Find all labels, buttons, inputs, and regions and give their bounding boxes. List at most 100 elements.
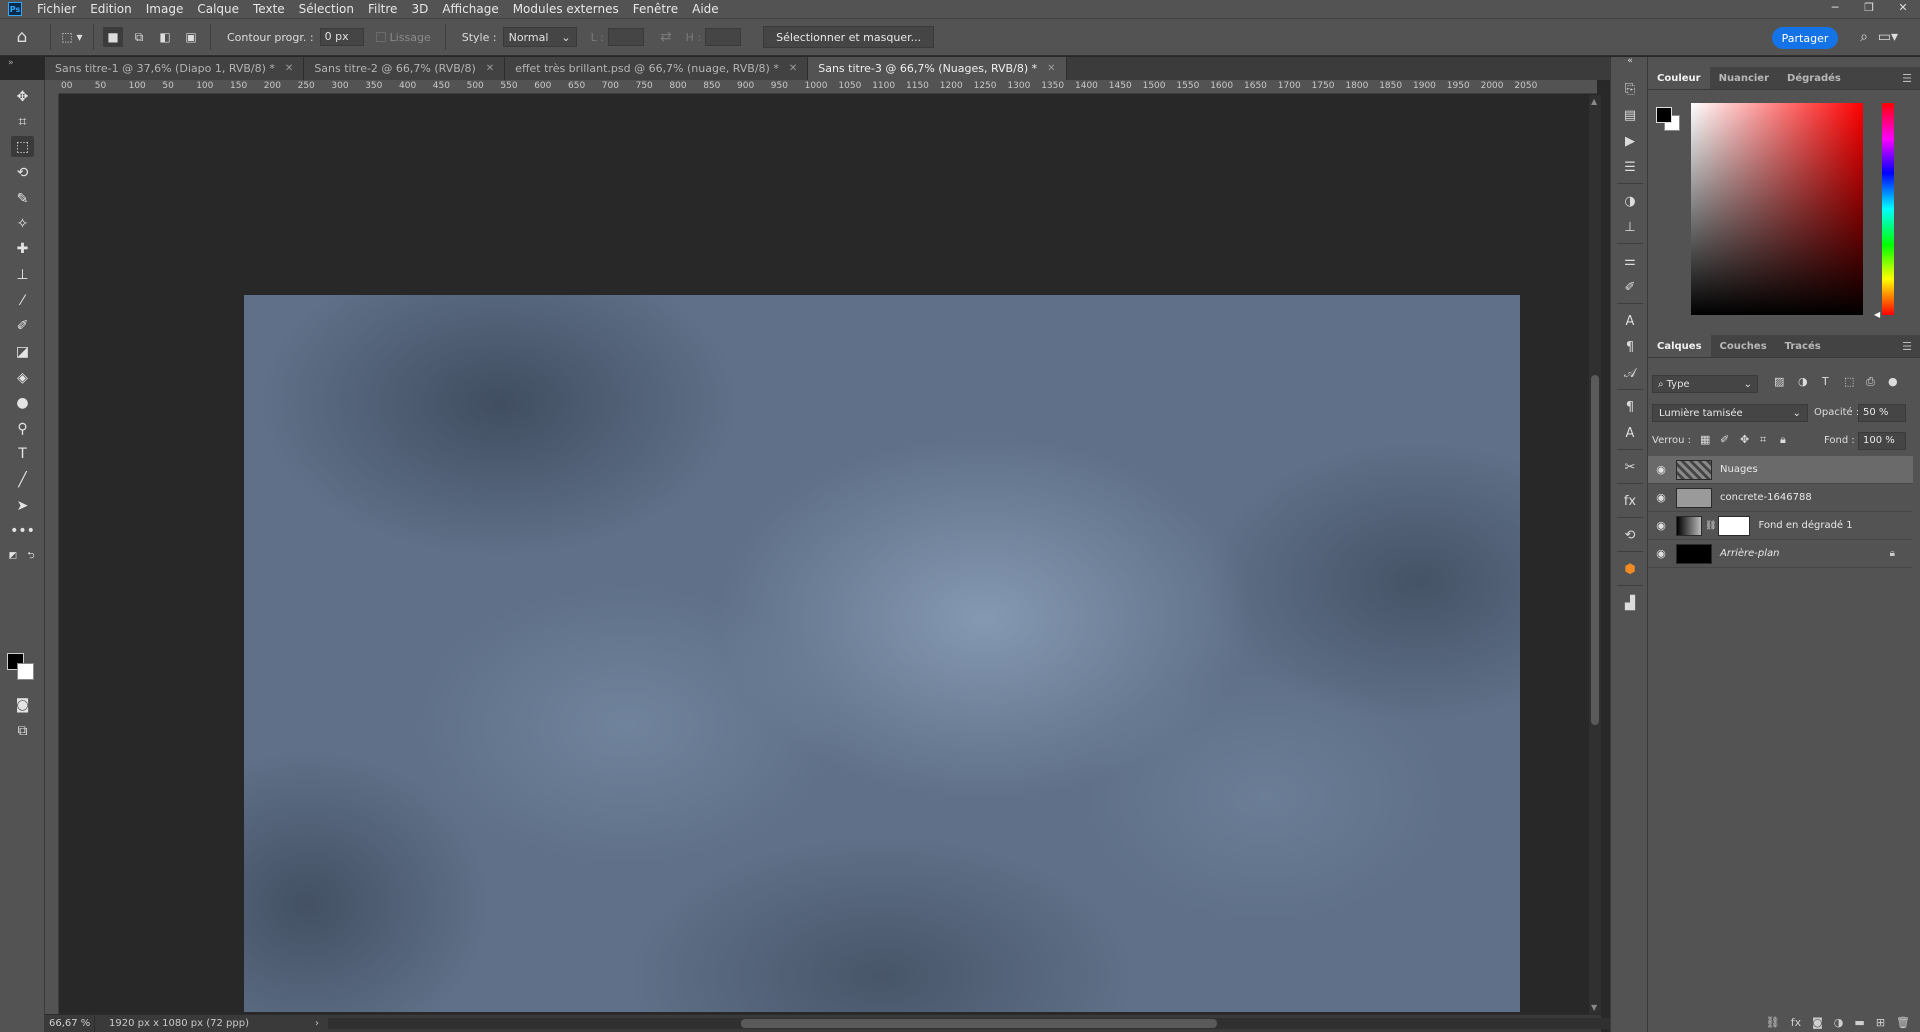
link-layers-icon[interactable]: ⛓	[1766, 1016, 1780, 1029]
quick-selection-tool-icon[interactable]: ✎	[11, 188, 34, 209]
lock-artboard-icon[interactable]: ⌗	[1760, 433, 1766, 447]
menu-modules-externes[interactable]: Modules externes	[506, 0, 626, 18]
select-and-mask-button[interactable]: Sélectionner et masquer...	[763, 26, 935, 48]
filter-type-icon[interactable]: T	[1822, 375, 1829, 388]
more-tools-icon[interactable]: •••	[10, 520, 35, 541]
share-button[interactable]: Partager	[1772, 27, 1838, 49]
minimize-icon[interactable]: ─	[1818, 0, 1852, 18]
eye-icon[interactable]: ◉	[1648, 519, 1674, 532]
tab-sans-titre-3[interactable]: Sans titre-3 @ 66,7% (Nuages, RVB/8) * ✕	[808, 57, 1067, 80]
add-selection-icon[interactable]: ⧉	[129, 27, 149, 47]
filter-pixel-icon[interactable]: ▨	[1774, 375, 1784, 388]
antialias-checkbox[interactable]: Lissage	[375, 31, 431, 44]
scroll-down-icon[interactable]: ▼	[1591, 1003, 1597, 1012]
tab-sans-titre-2[interactable]: Sans titre-2 @ 66,7% (RVB/8) ✕	[304, 57, 506, 80]
hue-slider[interactable]	[1882, 103, 1894, 315]
character-icon[interactable]: A	[1619, 311, 1641, 331]
vertical-scrollbar[interactable]: ▲ ▼	[1589, 95, 1601, 1014]
plugin-cube-icon[interactable]: ⬢	[1619, 559, 1641, 579]
move-tool-icon[interactable]: ✥	[11, 86, 34, 107]
filter-smart-object-icon[interactable]: ⎙	[1866, 375, 1875, 389]
menu-fichier[interactable]: Fichier	[30, 0, 83, 18]
menu-image[interactable]: Image	[139, 0, 191, 18]
lock-image-icon[interactable]: ✐	[1720, 433, 1729, 446]
filter-adjustment-icon[interactable]: ◑	[1798, 375, 1808, 388]
default-colors-icon[interactable]: ◩	[6, 550, 20, 562]
hue-pointer-icon[interactable]: ◀	[1874, 310, 1880, 319]
eyedropper-tool-icon[interactable]: ⁄	[11, 290, 34, 311]
menu-edition[interactable]: Edition	[83, 0, 139, 18]
paint-bucket-tool-icon[interactable]: ◈	[11, 367, 34, 388]
color-picker-field[interactable]	[1691, 103, 1863, 315]
paragraph-icon[interactable]: ¶	[1619, 337, 1641, 357]
height-input[interactable]	[705, 28, 742, 46]
add-mask-icon[interactable]: ◙	[1812, 1016, 1823, 1029]
marquee-preset-icon[interactable]: ⬚ ▾	[57, 26, 87, 48]
new-layer-icon[interactable]: ⊞	[1876, 1016, 1885, 1029]
tab-traces[interactable]: Tracés	[1776, 335, 1830, 357]
screen-mode-icon[interactable]: ⧉	[11, 720, 34, 741]
background-color-swatch[interactable]	[17, 663, 34, 680]
blur-tool-icon[interactable]: ●	[11, 392, 34, 413]
lock-icon[interactable]: 🔒︎	[1890, 548, 1895, 559]
library-icon[interactable]: ▤	[1619, 105, 1641, 125]
eraser-tool-icon[interactable]: ◪	[11, 341, 34, 362]
new-selection-icon[interactable]: ■	[103, 27, 123, 47]
canvas-workspace[interactable]	[59, 95, 1589, 1014]
filter-shape-icon[interactable]: ⬚	[1844, 375, 1854, 388]
brushes-icon[interactable]: ✐	[1619, 277, 1641, 297]
trash-icon[interactable]: 🗑︎	[1896, 1016, 1910, 1029]
link-icon[interactable]: ⛓	[1705, 521, 1716, 531]
foreground-color-swatch[interactable]	[1656, 107, 1672, 123]
horizontal-scroll-thumb[interactable]	[741, 1019, 1217, 1028]
history-icon[interactable]: ⎘	[1619, 79, 1641, 99]
stamp-tool-icon[interactable]: ⊥	[11, 264, 34, 285]
layer-row-arriere-plan[interactable]: ◉ Arrière-plan 🔒︎	[1648, 540, 1913, 568]
properties-icon[interactable]: ☰	[1619, 157, 1641, 177]
close-icon[interactable]: ✕	[1886, 0, 1920, 18]
eye-icon[interactable]: ◉	[1648, 547, 1674, 560]
lock-position-icon[interactable]: ✥	[1740, 433, 1749, 446]
blend-mode-select[interactable]: Lumière tamisée ⌄	[1652, 404, 1808, 422]
lock-all-icon[interactable]: 🔒︎	[1780, 433, 1786, 447]
healing-brush-tool-icon[interactable]: ✚	[11, 238, 34, 259]
eye-icon[interactable]: ◉	[1648, 463, 1674, 476]
lock-transparency-icon[interactable]: ▦	[1700, 433, 1710, 446]
lasso-tool-icon[interactable]: ⟲	[11, 162, 34, 183]
close-icon[interactable]: ✕	[789, 63, 797, 74]
menu-selection[interactable]: Sélection	[292, 0, 361, 18]
glyphs-icon[interactable]: 𝒜	[1619, 363, 1641, 383]
menu-affichage[interactable]: Affichage	[435, 0, 505, 18]
layer-row-concrete[interactable]: ◉ concrete-1646788	[1648, 484, 1913, 512]
tab-nuancier[interactable]: Nuancier	[1710, 67, 1778, 89]
style-select[interactable]: Normal ⌄	[502, 27, 577, 47]
crop-tool-icon[interactable]: ⌗	[11, 111, 34, 132]
paragraph-styles-icon[interactable]: ¶	[1619, 397, 1641, 417]
zoom-level[interactable]: 66,67 %	[45, 1015, 95, 1032]
tab-degrades[interactable]: Dégradés	[1778, 67, 1850, 89]
subtract-selection-icon[interactable]: ◧	[155, 27, 175, 47]
menu-fenetre[interactable]: Fenêtre	[626, 0, 685, 18]
adjustments-icon[interactable]: ◑	[1619, 191, 1641, 211]
scroll-up-icon[interactable]: ▲	[1591, 97, 1597, 106]
tab-couches[interactable]: Couches	[1711, 335, 1776, 357]
magic-wand-tool-icon[interactable]: ✧	[11, 213, 34, 234]
chevron-right-icon[interactable]: ›	[315, 1018, 319, 1029]
menu-aide[interactable]: Aide	[685, 0, 726, 18]
panel-menu-icon[interactable]: ☰	[1902, 340, 1912, 353]
adjustment-layer-icon[interactable]: ◑	[1834, 1016, 1844, 1029]
collapse-toolbar-icon[interactable]: »	[8, 58, 14, 68]
filter-toggle-icon[interactable]: ●	[1888, 375, 1898, 388]
document-canvas[interactable]	[244, 295, 1520, 1012]
close-icon[interactable]: ✕	[486, 63, 494, 74]
swap-colors-icon[interactable]: ⮌	[24, 550, 38, 562]
clone-source-icon[interactable]: ⊥	[1619, 217, 1641, 237]
eye-icon[interactable]: ◉	[1648, 491, 1674, 504]
intersect-selection-icon[interactable]: ▣	[181, 27, 201, 47]
actions-icon[interactable]: ▶	[1619, 131, 1641, 151]
fx-icon[interactable]: fx	[1791, 1016, 1801, 1029]
styles-icon[interactable]: fx	[1619, 491, 1641, 511]
dodge-tool-icon[interactable]: ⚲	[11, 418, 34, 439]
layer-mask-thumbnail[interactable]	[1718, 515, 1751, 536]
menu-calque[interactable]: Calque	[190, 0, 246, 18]
